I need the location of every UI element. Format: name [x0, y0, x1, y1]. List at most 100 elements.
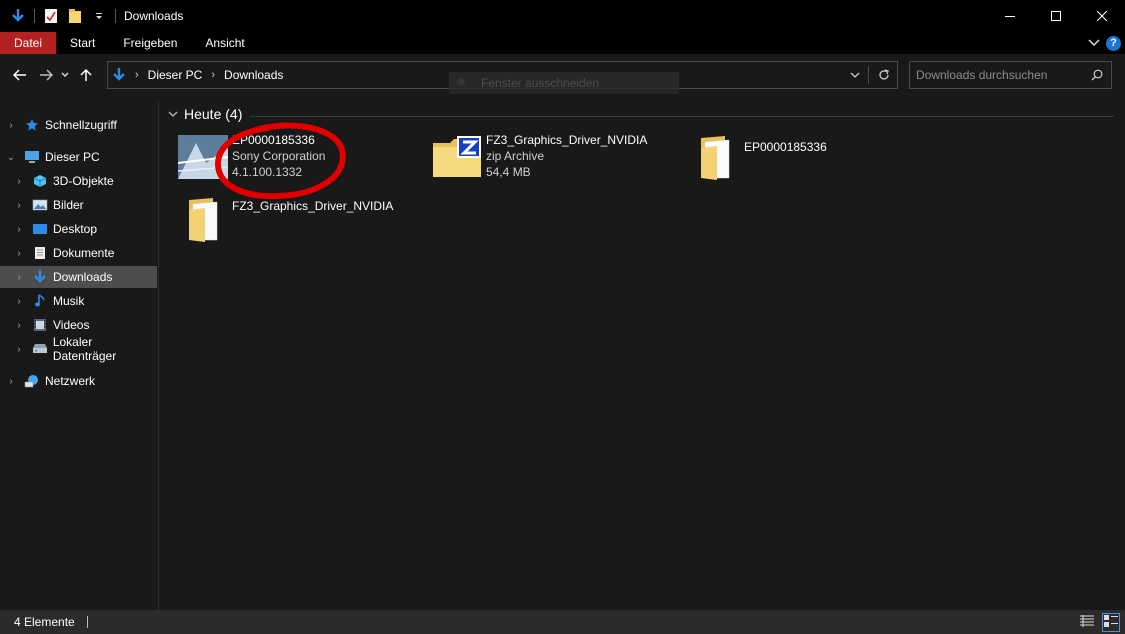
tab-ansicht[interactable]: Ansicht	[191, 32, 258, 54]
file-tile[interactable]: EP0000185336 Sony Corporation 4.1.100.13…	[178, 132, 325, 182]
group-header[interactable]: Heute (4)	[168, 106, 242, 122]
download-icon	[10, 8, 26, 24]
download-icon	[112, 67, 126, 83]
expand-icon[interactable]: ›	[14, 296, 24, 307]
sidebar-item-netzwerk[interactable]: › Netzwerk	[0, 370, 157, 392]
chevron-down-icon[interactable]	[168, 111, 178, 118]
breadcrumb-downloads[interactable]: Downloads	[224, 68, 283, 82]
expand-icon[interactable]: ›	[6, 120, 16, 131]
sidebar-item-musik[interactable]: › Musik	[0, 290, 157, 312]
download-icon	[32, 269, 48, 285]
sidebar-item-dokumente[interactable]: › Dokumente	[0, 242, 157, 264]
sidebar-item-label: Dieser PC	[45, 150, 100, 164]
title-bar: Downloads	[0, 0, 1125, 32]
maximize-button[interactable]	[1033, 0, 1079, 32]
expand-icon[interactable]: ›	[14, 176, 24, 187]
sidebar-item-bilder[interactable]: › Bilder	[0, 194, 157, 216]
file-tile[interactable]: FZ3_Graphics_Driver_NVIDIA	[178, 194, 393, 244]
file-tile[interactable]: FZ3_Graphics_Driver_NVIDIA zip Archive 5…	[432, 132, 647, 182]
expand-icon[interactable]: ›	[6, 376, 16, 387]
search-input[interactable]	[910, 67, 1080, 83]
expand-icon[interactable]: ›	[14, 200, 24, 211]
sidebar-item-label: Dokumente	[53, 246, 115, 260]
sidebar-item-label: Schnellzugriff	[45, 118, 117, 132]
close-button[interactable]	[1079, 0, 1125, 32]
divider	[86, 616, 88, 628]
cube-icon	[32, 173, 48, 189]
group-label: Heute (4)	[184, 106, 243, 122]
tab-freigeben[interactable]: Freigeben	[109, 32, 191, 54]
file-type: zip Archive	[486, 149, 545, 163]
search-box[interactable]	[909, 61, 1112, 89]
breadcrumb-dieser-pc[interactable]: Dieser PC	[148, 68, 203, 82]
tab-start[interactable]: Start	[56, 32, 109, 54]
ribbon-tabs: Datei Start Freigeben Ansicht ?	[0, 32, 1125, 54]
file-tile[interactable]: EP0000185336	[690, 132, 827, 182]
properties-icon[interactable]	[43, 8, 59, 24]
pc-icon	[24, 149, 40, 165]
search-icon[interactable]	[1091, 69, 1103, 81]
file-name: EP0000185336	[232, 133, 315, 147]
navigation-pane: › Schnellzugriff ⌄ Dieser PC › 3D-Objekt…	[0, 100, 159, 610]
expand-icon[interactable]: ›	[14, 320, 24, 331]
divider	[115, 9, 116, 23]
details-view-icon[interactable]	[1079, 614, 1095, 631]
collapse-icon[interactable]: ⌄	[6, 152, 16, 163]
star-icon	[24, 117, 40, 133]
expand-icon[interactable]: ›	[14, 248, 24, 259]
expand-icon[interactable]: ›	[14, 224, 24, 235]
sidebar-item-schnellzugriff[interactable]: › Schnellzugriff	[0, 114, 157, 136]
help-icon[interactable]: ?	[1106, 35, 1121, 51]
installer-icon	[178, 132, 228, 182]
tooltip-icon	[457, 78, 465, 86]
drive-icon	[32, 341, 48, 357]
up-button[interactable]	[74, 63, 98, 87]
zip-folder-icon	[432, 132, 482, 182]
divider	[868, 66, 869, 84]
window-controls	[987, 0, 1125, 32]
desktop-icon	[32, 221, 48, 237]
file-size: 54,4 MB	[486, 165, 531, 179]
sidebar-item-3d-objekte[interactable]: › 3D-Objekte	[0, 170, 157, 192]
expand-icon[interactable]: ›	[14, 344, 24, 355]
sidebar-item-label: 3D-Objekte	[53, 174, 114, 188]
tooltip-text: Fenster ausschneiden	[481, 76, 600, 90]
sidebar-item-downloads[interactable]: › Downloads	[0, 266, 157, 288]
sidebar-item-label: Downloads	[53, 270, 113, 284]
back-button[interactable]	[8, 63, 32, 87]
sidebar-item-label: Desktop	[53, 222, 98, 236]
expand-ribbon-icon[interactable]	[1088, 34, 1100, 52]
sidebar-item-videos[interactable]: › Videos	[0, 314, 157, 336]
sidebar-item-label: Musik	[53, 294, 85, 308]
address-dropdown-icon[interactable]	[844, 72, 866, 78]
chevron-right-icon: ›	[135, 69, 139, 81]
recent-locations-button[interactable]	[58, 63, 72, 87]
sidebar-item-label: Lokaler Datenträger	[52, 335, 117, 363]
sidebar-item-desktop[interactable]: › Desktop	[0, 218, 157, 240]
folder-icon	[690, 132, 740, 182]
file-company: Sony Corporation	[232, 149, 326, 163]
status-bar: 4 Elemente	[0, 610, 1125, 634]
sidebar-item-label: Netzwerk	[45, 374, 96, 388]
forward-button[interactable]	[34, 63, 58, 87]
minimize-button[interactable]	[987, 0, 1033, 32]
sidebar-item-lokaler-datentraeger[interactable]: › Lokaler Datenträger	[0, 335, 157, 363]
file-name: FZ3_Graphics_Driver_NVIDIA	[232, 199, 394, 213]
expand-icon[interactable]: ›	[14, 272, 24, 283]
folder-icon	[178, 194, 228, 244]
sidebar-item-label: Videos	[53, 318, 90, 332]
refresh-icon[interactable]	[871, 69, 897, 81]
address-actions	[844, 62, 897, 88]
tab-datei[interactable]: Datei	[0, 32, 56, 54]
video-icon	[32, 317, 48, 333]
tiles-view-icon[interactable]	[1102, 613, 1120, 632]
tooltip: Fenster ausschneiden	[449, 72, 679, 94]
file-name: EP0000185336	[744, 140, 827, 154]
sidebar-item-dieser-pc[interactable]: ⌄ Dieser PC	[0, 146, 157, 168]
view-toggles	[1079, 613, 1120, 632]
network-icon	[24, 373, 40, 389]
ribbon-right: ?	[1088, 32, 1121, 54]
customize-toolbar-icon[interactable]	[91, 8, 107, 24]
new-folder-icon[interactable]	[67, 8, 83, 24]
quick-access-toolbar	[0, 0, 120, 32]
